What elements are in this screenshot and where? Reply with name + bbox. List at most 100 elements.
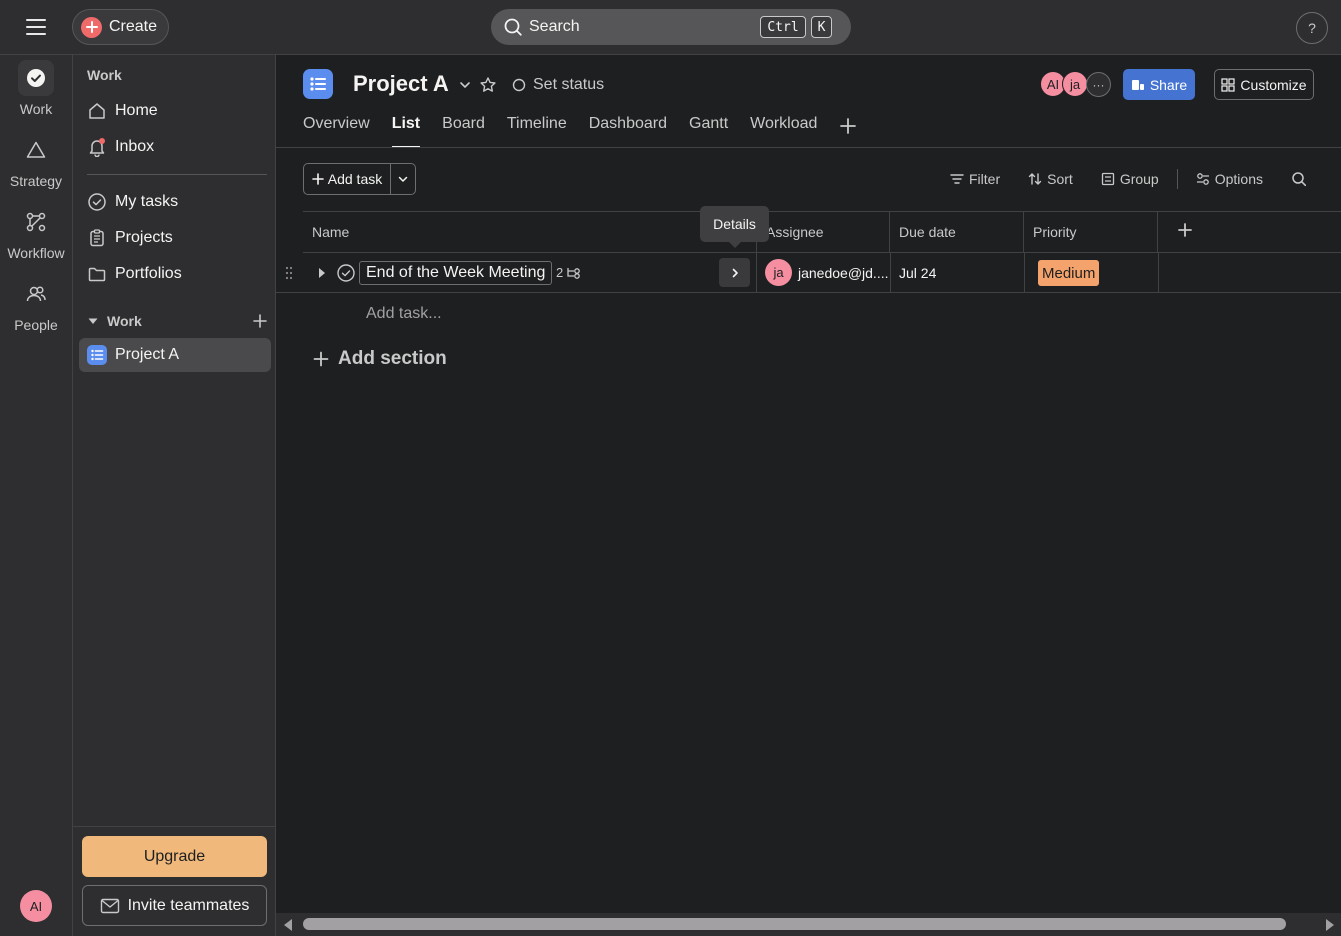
share-label: Share (1149, 76, 1188, 93)
sidebar-item-project-a[interactable]: Project A (79, 338, 271, 372)
add-column-icon[interactable] (1177, 222, 1193, 238)
sort-button[interactable]: Sort (1028, 171, 1073, 187)
sidebar-item-label: My tasks (115, 193, 179, 210)
sidebar-item-label: Inbox (115, 138, 155, 155)
sidebar-item-label: Project A (115, 346, 180, 363)
clipboard-icon (87, 228, 107, 248)
search-icon (1291, 171, 1307, 187)
customize-button[interactable]: Customize (1214, 69, 1314, 100)
column-header-priority[interactable]: Priority (1024, 212, 1158, 252)
scroll-right-arrow-icon[interactable] (1324, 918, 1336, 932)
expand-caret-icon[interactable] (317, 266, 327, 280)
upgrade-button[interactable]: Upgrade (82, 836, 267, 877)
sidebar-section-work[interactable]: Work (87, 313, 267, 329)
column-header-due-date[interactable]: Due date (890, 212, 1024, 252)
assignee-cell[interactable]: ja janedoe@jd.... (765, 259, 889, 286)
plus-icon (313, 351, 329, 367)
chevron-right-icon (729, 267, 741, 279)
sidebar-item-my-tasks[interactable]: My tasks (79, 185, 271, 219)
user-avatar[interactable]: AI (20, 890, 52, 922)
add-task-button[interactable]: Add task (304, 164, 391, 194)
due-date-cell[interactable]: Jul 24 (899, 265, 936, 281)
add-task-dropdown[interactable] (391, 164, 415, 194)
subtask-count[interactable]: 2 (556, 265, 582, 280)
chevron-down-icon[interactable] (458, 78, 472, 92)
rail-item-work[interactable]: Work (0, 60, 72, 117)
scrollbar-thumb[interactable] (303, 918, 1286, 930)
people-icon (18, 276, 54, 312)
sidebar-item-label: Projects (115, 229, 173, 246)
sidebar-item-portfolios[interactable]: Portfolios (79, 257, 271, 291)
search-input[interactable]: Search Ctrl K (491, 9, 851, 45)
assignee-name: janedoe@jd.... (798, 264, 889, 281)
priority-badge[interactable]: Medium (1038, 260, 1100, 286)
task-name-field[interactable]: End of the Week Meeting (359, 261, 553, 285)
sidebar-item-inbox[interactable]: Inbox (79, 130, 271, 164)
set-status-button[interactable]: Set status (512, 76, 604, 94)
cell-divider (1024, 253, 1025, 293)
add-tab-icon[interactable] (839, 115, 857, 148)
tab-timeline[interactable]: Timeline (507, 115, 567, 148)
rail-item-workflow[interactable]: Workflow (0, 204, 72, 261)
sort-label: Sort (1047, 171, 1073, 187)
shortcut-k-key: K (811, 16, 832, 38)
create-button[interactable]: Create (72, 9, 169, 45)
group-button[interactable]: Group (1101, 171, 1159, 187)
add-project-icon[interactable] (253, 314, 267, 328)
table-row[interactable]: End of the Week Meeting 2 ja janedoe@jd.… (276, 253, 1341, 293)
filter-button[interactable]: Filter (950, 171, 1000, 187)
tab-board[interactable]: Board (442, 115, 485, 148)
more-members-icon[interactable]: ··· (1086, 72, 1111, 97)
create-label: Create (109, 18, 158, 35)
help-button[interactable]: ? (1296, 12, 1328, 44)
assignee-avatar: ja (765, 259, 792, 286)
search-tasks-button[interactable] (1291, 171, 1307, 187)
set-status-label: Set status (533, 76, 605, 93)
tab-list[interactable]: List (391, 115, 421, 148)
hamburger-menu-icon[interactable] (20, 14, 52, 40)
filter-icon (950, 172, 964, 186)
project-tabs: Overview List Board Timeline Dashboard G… (303, 115, 857, 148)
horizontal-scrollbar[interactable] (276, 913, 1341, 936)
column-header-name[interactable]: Name (303, 212, 756, 252)
plus-icon (311, 173, 324, 185)
tab-gantt[interactable]: Gantt (689, 115, 728, 148)
sidebar-divider (73, 826, 277, 827)
workflow-icon (18, 204, 54, 240)
project-title[interactable]: Project A (353, 71, 449, 97)
rail-item-people[interactable]: People (0, 276, 72, 333)
sidebar-item-home[interactable]: Home (79, 94, 271, 128)
star-icon[interactable] (479, 76, 497, 94)
group-label: Group (1119, 171, 1159, 187)
group-icon (1101, 172, 1115, 186)
list-icon (87, 345, 107, 365)
rail-label: Work (19, 101, 53, 117)
plus-icon (81, 16, 102, 38)
complete-task-icon[interactable] (336, 263, 356, 283)
task-details-button[interactable] (719, 258, 750, 287)
tab-overview[interactable]: Overview (303, 115, 370, 148)
cell-divider (890, 253, 891, 293)
rail-item-strategy[interactable]: Strategy (0, 132, 72, 189)
project-list-icon[interactable] (303, 69, 333, 99)
check-circle-icon (18, 60, 54, 96)
tab-workload[interactable]: Workload (750, 115, 817, 148)
scroll-left-arrow-icon[interactable] (282, 918, 294, 932)
details-tooltip: Details (700, 206, 769, 242)
add-task-inline[interactable]: Add task... (366, 305, 442, 323)
share-button[interactable]: Share (1123, 69, 1195, 100)
tab-dashboard[interactable]: Dashboard (589, 115, 667, 148)
sidebar-item-projects[interactable]: Projects (79, 221, 271, 255)
invite-teammates-button[interactable]: Invite teammates (82, 885, 267, 926)
help-icon: ? (1308, 20, 1316, 36)
options-label: Options (1214, 171, 1263, 187)
column-header-assignee[interactable]: Assignee (756, 212, 890, 252)
options-button[interactable]: Options (1196, 171, 1263, 187)
member-avatar[interactable]: ja (1062, 71, 1088, 97)
sidebar-heading: Work (87, 67, 122, 83)
drag-handle-icon[interactable] (285, 266, 293, 280)
add-section-button[interactable]: Add section (313, 348, 447, 370)
search-placeholder: Search (529, 18, 580, 35)
sidebar-item-label: Portfolios (115, 265, 182, 282)
tabs-divider (276, 147, 1341, 148)
